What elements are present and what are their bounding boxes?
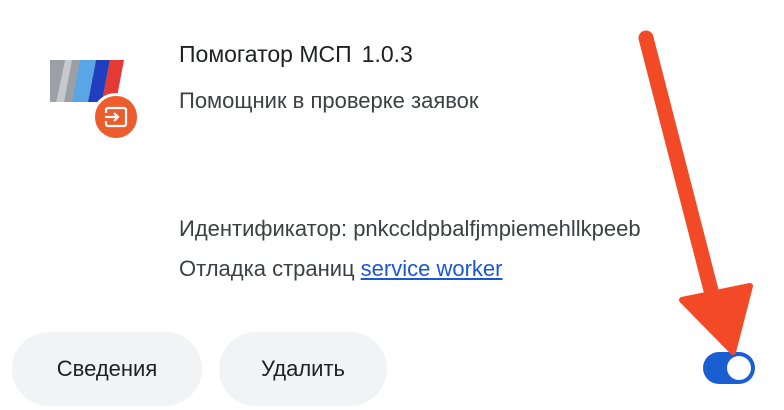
remove-button[interactable]: Удалить (219, 332, 387, 406)
toggle-knob (727, 356, 751, 380)
details-button[interactable]: Сведения (12, 332, 202, 406)
extension-id-row: Идентификатор: pnkccldpbalfjmpiemehllkpe… (179, 213, 749, 245)
extension-id-label: Идентификатор: (179, 216, 348, 241)
inspect-views-row: Отладка страниц service worker (179, 253, 502, 285)
extension-id-value: pnkccldpbalfjmpiemehllkpeeb (353, 216, 641, 241)
extension-card: Помогатор МСП 1.0.3 Помощник в проверке з… (0, 0, 784, 410)
inspect-views-label: Отладка страниц (179, 256, 355, 281)
enable-toggle[interactable] (703, 352, 755, 384)
extension-description: Помощник в проверке заявок (179, 88, 479, 113)
service-worker-link[interactable]: service worker (361, 256, 503, 281)
extension-name: Помогатор МСП (179, 41, 352, 67)
extension-version: 1.0.3 (361, 41, 413, 67)
extension-title: Помогатор МСП 1.0.3 (179, 38, 413, 70)
enterprise-policy-icon (92, 93, 140, 141)
